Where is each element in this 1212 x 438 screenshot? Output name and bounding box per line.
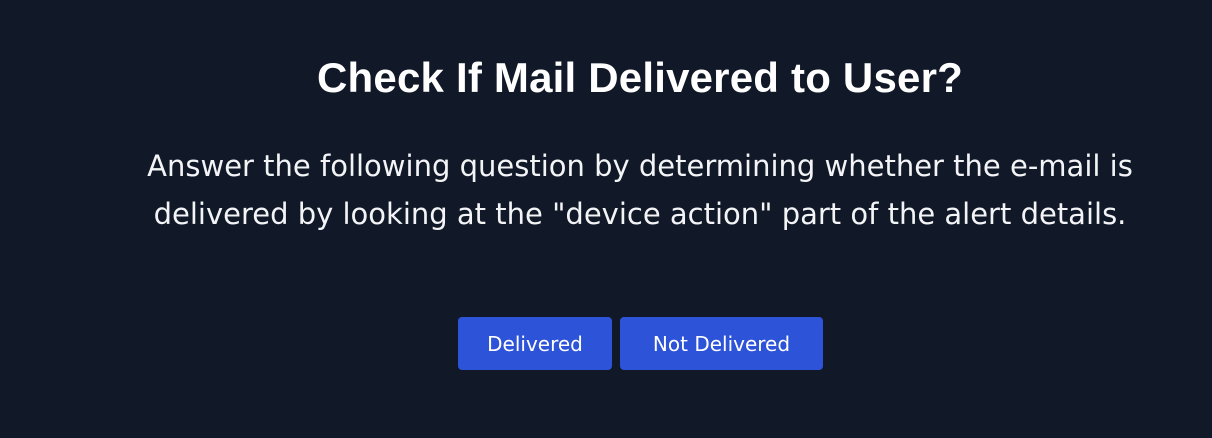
mail-delivery-question-panel: Check If Mail Delivered to User? Answer … [0, 0, 1212, 438]
not-delivered-button[interactable]: Not Delivered [620, 317, 823, 370]
question-description: Answer the following question by determi… [147, 149, 1133, 231]
delivered-button[interactable]: Delivered [458, 317, 612, 370]
question-title: Check If Mail Delivered to User? [317, 54, 963, 101]
answer-button-group: Delivered Not Delivered [458, 317, 823, 370]
